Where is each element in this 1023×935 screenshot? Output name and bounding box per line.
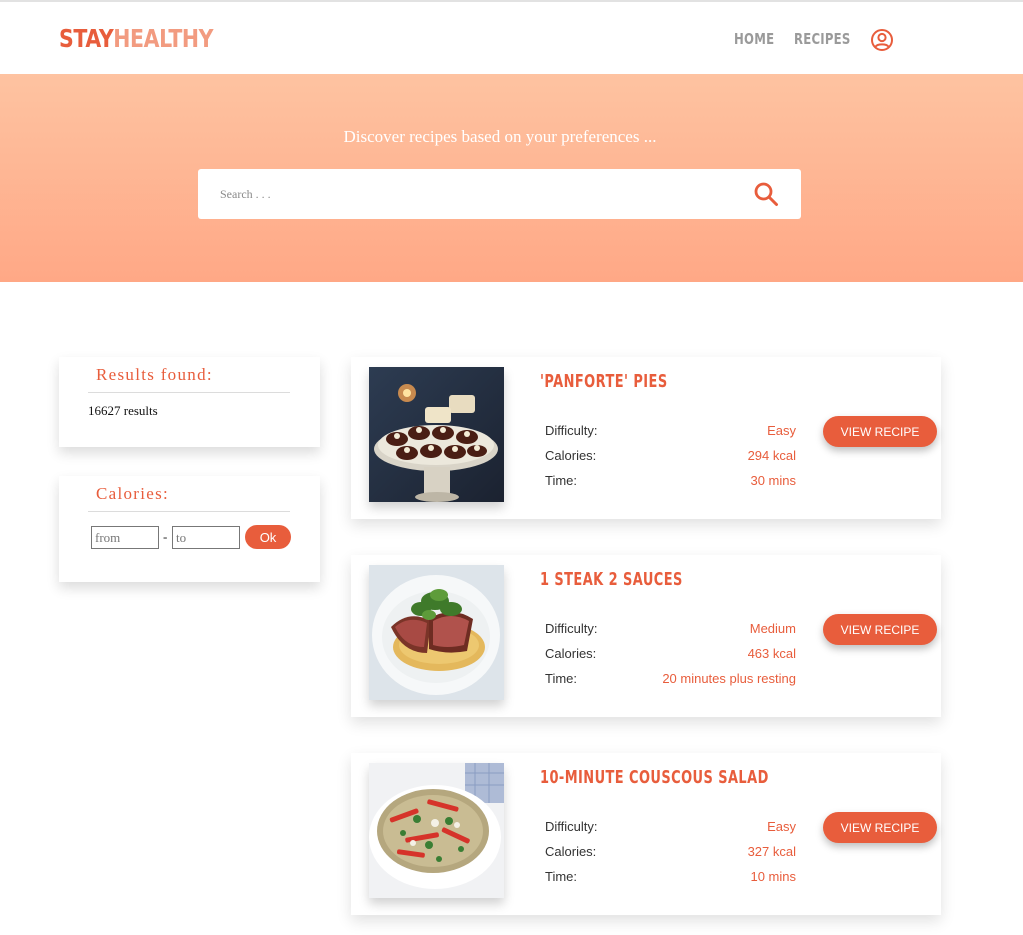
view-recipe-button[interactable]: VIEW RECIPE [823, 812, 937, 843]
results-panel: Results found: 16627 results [59, 357, 320, 447]
time-value: 10 mins [750, 869, 796, 884]
calories-from-input[interactable] [91, 526, 159, 549]
hero-title: Discover recipes based on your preferenc… [343, 127, 657, 146]
calories-label: Calories: [545, 448, 597, 463]
user-circle-icon[interactable] [870, 28, 894, 52]
logo-stay: STAY [59, 24, 114, 53]
time-label: Time: [545, 473, 578, 488]
calories-label: Calories: [545, 844, 597, 859]
recipe-card: 1 steak 2 sauces Difficulty: Medium Calo… [351, 555, 941, 717]
time-value: 20 minutes plus resting [662, 671, 796, 686]
logo-healthy: HEALTHY [113, 24, 214, 53]
calories-label: Calories: [545, 646, 597, 661]
recipe-photo[interactable] [369, 763, 504, 898]
calories-title: Calories: [96, 484, 170, 503]
difficulty-value: Easy [767, 819, 796, 834]
search-box [198, 169, 801, 219]
view-recipe-button[interactable]: VIEW RECIPE [823, 614, 937, 645]
difficulty-label: Difficulty: [545, 621, 598, 636]
difficulty-value: Medium [749, 621, 796, 636]
recipe-photo[interactable] [369, 367, 504, 502]
calories-filter-panel: Calories: - Ok [59, 476, 320, 582]
hero-banner: Discover recipes based on your preferenc… [0, 74, 1023, 282]
results-title: Results found: [96, 365, 213, 384]
difficulty-label: Difficulty: [545, 423, 598, 438]
time-label: Time: [545, 869, 578, 884]
recipe-title[interactable]: 1 steak 2 sauces [540, 569, 683, 590]
calories-value: 327 kcal [747, 844, 796, 859]
brand-logo[interactable]: STAYHEALTHY [59, 24, 214, 53]
recipe-title[interactable]: 'Panforte' pies [540, 371, 668, 392]
results-divider [88, 392, 290, 393]
calories-range-dash: - [163, 529, 168, 544]
recipe-card: 10-minute couscous salad Difficulty: Eas… [351, 753, 941, 915]
difficulty-value: Easy [767, 423, 796, 438]
difficulty-label: Difficulty: [545, 819, 598, 834]
view-recipe-button[interactable]: VIEW RECIPE [823, 416, 937, 447]
recipe-card: 'Panforte' pies Difficulty: Easy Calorie… [351, 357, 941, 519]
calories-value: 294 kcal [747, 448, 796, 463]
calories-to-input[interactable] [172, 526, 240, 549]
calories-value: 463 kcal [747, 646, 796, 661]
site-header: STAYHEALTHY HOME RECIPES [0, 2, 1023, 74]
search-input[interactable] [220, 183, 720, 205]
search-icon[interactable] [753, 181, 779, 207]
recipe-photo[interactable] [369, 565, 504, 700]
nav-home-link[interactable]: HOME [734, 30, 774, 48]
nav-recipes-link[interactable]: RECIPES [794, 30, 851, 48]
results-count: 16627 results [88, 403, 158, 418]
calories-ok-button[interactable]: Ok [245, 525, 291, 549]
calories-divider [88, 511, 290, 512]
recipe-title[interactable]: 10-minute couscous salad [540, 767, 769, 788]
time-value: 30 mins [750, 473, 796, 488]
time-label: Time: [545, 671, 578, 686]
